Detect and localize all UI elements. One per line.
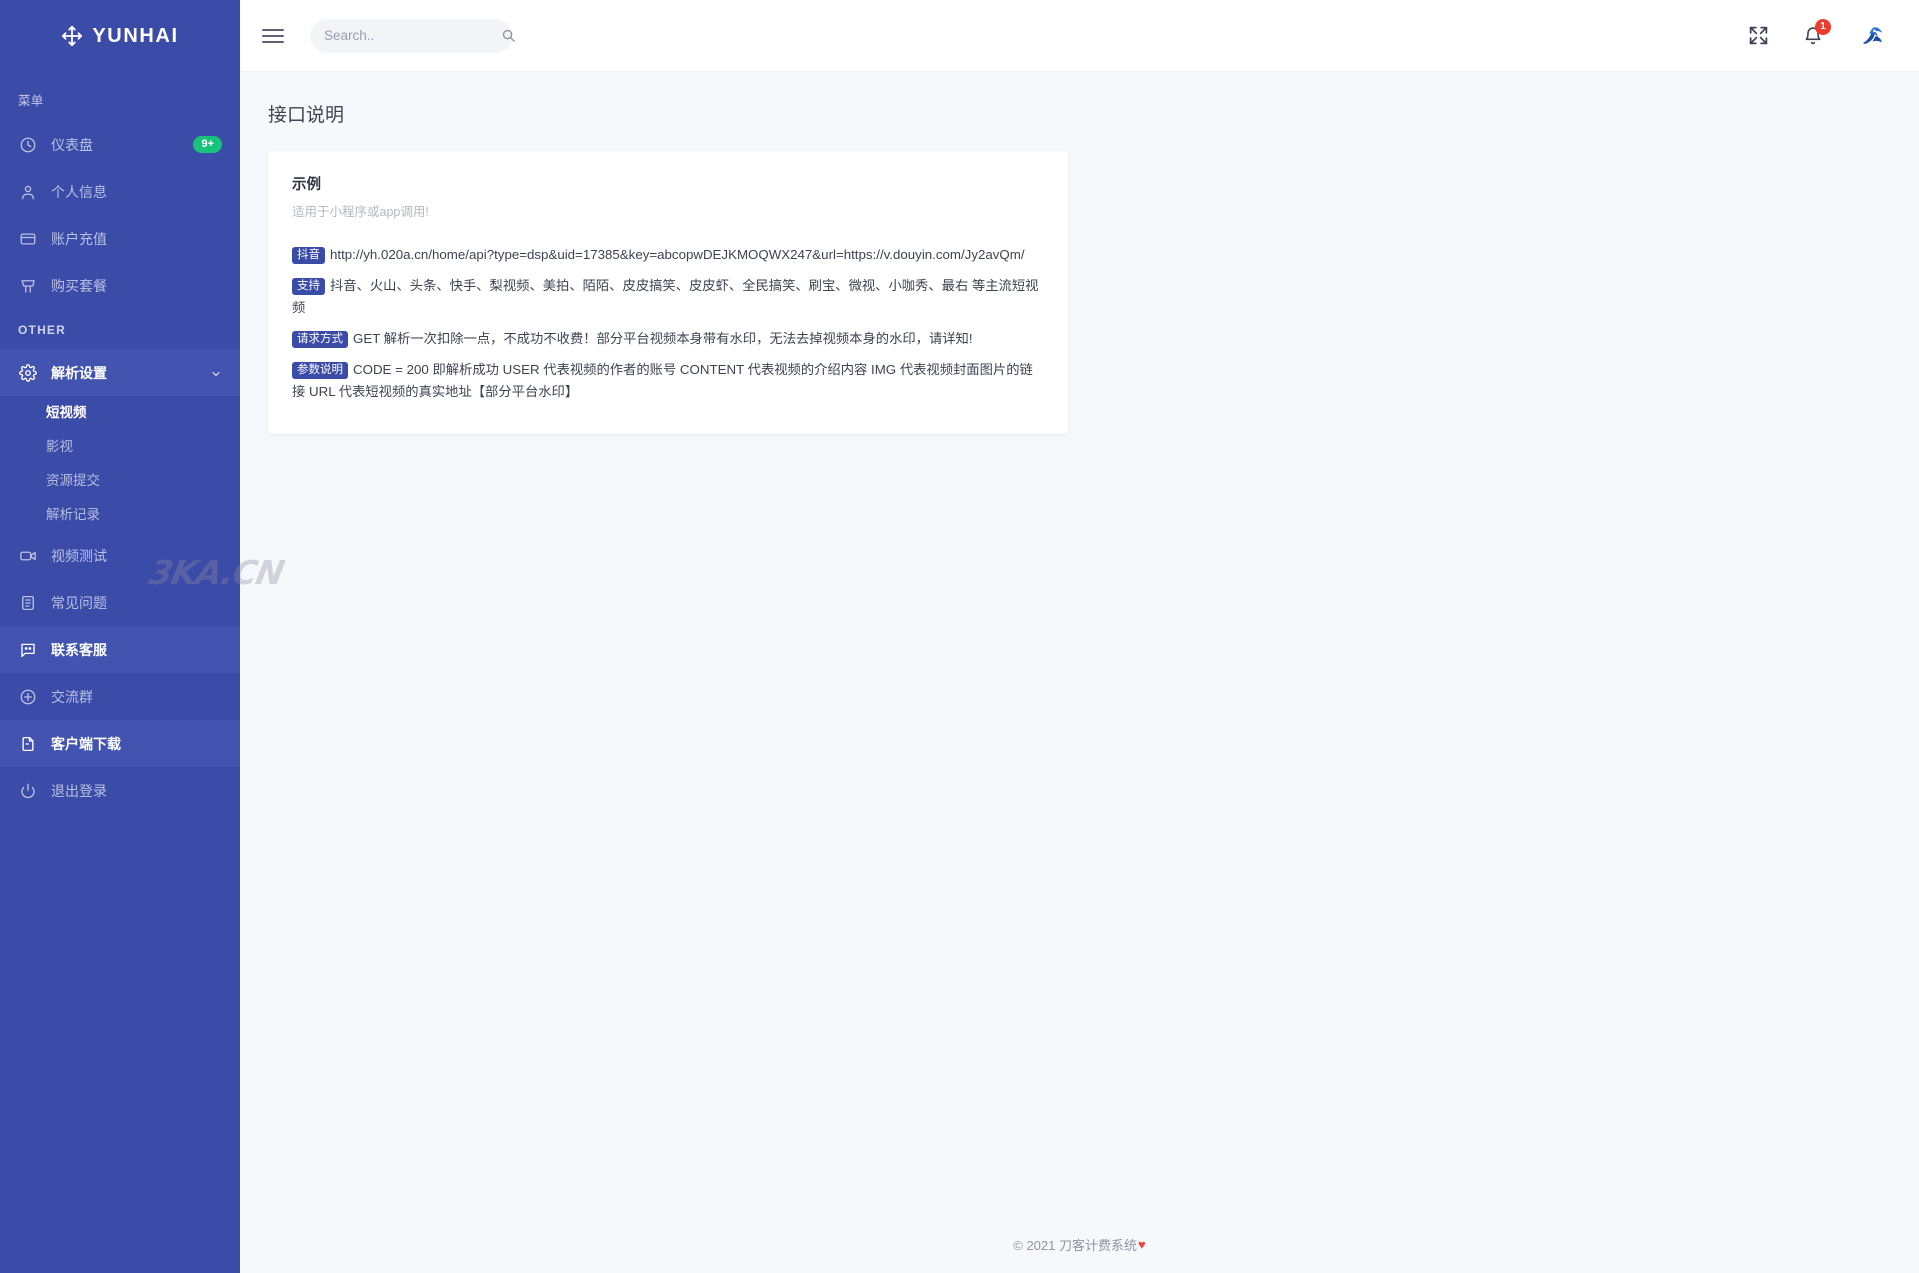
chat-icon xyxy=(18,640,37,659)
api-doc-card: 示例 适用于小程序或app调用! 抖音 http://yh.020a.cn/hom… xyxy=(268,151,1068,434)
chevron-down-icon xyxy=(210,367,222,379)
video-icon xyxy=(18,546,37,565)
sidebar-item-parse-settings[interactable]: 解析设置 xyxy=(0,349,240,396)
sidebar-item-contact-support[interactable]: 联系客服 xyxy=(0,626,240,673)
sidebar-item-faq[interactable]: 常见问题 xyxy=(0,579,240,626)
sidebar-section-other: OTHER xyxy=(0,309,240,349)
sidebar-item-client-download[interactable]: 客户端下载 xyxy=(0,720,240,767)
bell-icon[interactable]: 1 xyxy=(1803,26,1823,46)
user-avatar-logo xyxy=(1858,20,1890,52)
search-box[interactable] xyxy=(310,19,512,53)
doc-row-text: GET 解析一次扣除一点，不成功不收费！部分平台视频本身带有水印，无法去掉视频本… xyxy=(353,331,973,346)
brand-name: YUNHAI xyxy=(92,25,178,48)
sidebar-item-community-group[interactable]: 交流群 xyxy=(0,673,240,720)
app-root: YUNHAI 菜单 仪表盘 9+ 个人信息 xyxy=(0,0,1919,1273)
sidebar-item-dashboard[interactable]: 仪表盘 9+ xyxy=(0,121,240,168)
file-download-icon xyxy=(18,734,37,753)
sidebar-item-video-test[interactable]: 视频测试 xyxy=(0,532,240,579)
search-icon[interactable] xyxy=(501,28,516,43)
dashboard-badge: 9+ xyxy=(193,136,222,153)
notification-badge: 1 xyxy=(1815,19,1831,35)
search-input[interactable] xyxy=(324,28,501,43)
plus-circle-icon xyxy=(18,687,37,706)
status-badge: 参数说明 xyxy=(292,362,348,379)
sidebar-item-label: 联系客服 xyxy=(51,640,222,660)
heart-icon: ♥ xyxy=(1138,1237,1146,1252)
dashboard-icon xyxy=(18,135,37,154)
doc-row-text: http://yh.020a.cn/home/api?type=dsp&uid=… xyxy=(330,247,1025,262)
sidebar-item-label: 常见问题 xyxy=(51,593,222,613)
status-badge: 支持 xyxy=(292,278,325,295)
sidebar-item-logout[interactable]: 退出登录 xyxy=(0,767,240,814)
sidebar-item-label: 购买套餐 xyxy=(51,276,222,296)
main-area: 1 接口说明 示例 适用于小程序或app调用! 抖音http xyxy=(240,0,1919,1273)
sidebar-submenu-parse-settings: 短视频 影视 资源提交 解析记录 xyxy=(0,396,240,532)
sidebar-item-label: 解析设置 xyxy=(51,363,210,383)
card-subtitle: 适用于小程序或app调用! xyxy=(292,201,1044,220)
page-content: 接口说明 示例 适用于小程序或app调用! 抖音 http://yh.020a.c… xyxy=(240,72,1919,1215)
credit-card-icon xyxy=(18,229,37,248)
sidebar-item-label: 仪表盘 xyxy=(51,135,193,155)
sidebar-item-label: 客户端下载 xyxy=(51,734,222,754)
sidebar-item-label: 账户充值 xyxy=(51,229,222,249)
topbar-actions: 1 xyxy=(1748,19,1891,53)
footer: © 2021 刀客计费系统♥ xyxy=(240,1215,1919,1273)
page-title: 接口说明 xyxy=(240,100,1919,151)
sidebar-item-profile[interactable]: 个人信息 xyxy=(0,168,240,215)
doc-row-request-method: 请求方式 GET 解析一次扣除一点，不成功不收费！部分平台视频本身带有水印，无法去… xyxy=(292,328,1044,350)
sidebar: YUNHAI 菜单 仪表盘 9+ 个人信息 xyxy=(0,0,240,1273)
doc-row-supported-platforms: 支持抖音、火山、头条、快手、梨视频、美拍、陌陌、皮皮搞笑、皮皮虾、全民搞笑、刷宝… xyxy=(292,275,1044,319)
clipboard-icon xyxy=(18,593,37,612)
sidebar-item-label: 个人信息 xyxy=(51,182,222,202)
doc-row-example-url: 抖音 http://yh.020a.cn/home/api?type=dsp&ui… xyxy=(292,244,1044,266)
move-arrows-icon xyxy=(61,25,83,47)
fullscreen-icon[interactable] xyxy=(1748,25,1769,46)
sidebar-item-label: 视频测试 xyxy=(51,546,222,566)
sidebar-subitem-movies[interactable]: 影视 xyxy=(0,430,240,464)
brand-logo-area[interactable]: YUNHAI xyxy=(0,0,240,72)
footer-text: © 2021 刀客计费系统 xyxy=(1013,1235,1137,1254)
doc-row-text: CODE = 200 即解析成功 USER 代表视频的作者的账号 CONTENT… xyxy=(292,362,1033,399)
status-badge: 请求方式 xyxy=(292,331,348,348)
sidebar-subitem-short-video[interactable]: 短视频 xyxy=(0,396,240,430)
cart-icon xyxy=(18,276,37,295)
sidebar-section-menu: 菜单 xyxy=(0,72,240,121)
sidebar-subitem-resource-submit[interactable]: 资源提交 xyxy=(0,464,240,498)
hamburger-icon[interactable] xyxy=(262,23,288,49)
user-icon xyxy=(18,182,37,201)
status-badge: 抖音 xyxy=(292,247,325,264)
doc-row-parameters: 参数说明CODE = 200 即解析成功 USER 代表视频的作者的账号 CON… xyxy=(292,359,1044,403)
sidebar-item-recharge[interactable]: 账户充值 xyxy=(0,215,240,262)
card-title: 示例 xyxy=(292,173,1044,194)
sidebar-item-label: 交流群 xyxy=(51,687,222,707)
gear-icon xyxy=(18,363,37,382)
sidebar-subitem-parse-records[interactable]: 解析记录 xyxy=(0,498,240,532)
doc-row-text: 抖音、火山、头条、快手、梨视频、美拍、陌陌、皮皮搞笑、皮皮虾、全民搞笑、刷宝、微… xyxy=(292,278,1038,315)
topbar: 1 xyxy=(240,0,1919,72)
sidebar-item-buy-package[interactable]: 购买套餐 xyxy=(0,262,240,309)
sidebar-item-label: 退出登录 xyxy=(51,781,222,801)
power-icon xyxy=(18,781,37,800)
avatar[interactable] xyxy=(1857,19,1891,53)
